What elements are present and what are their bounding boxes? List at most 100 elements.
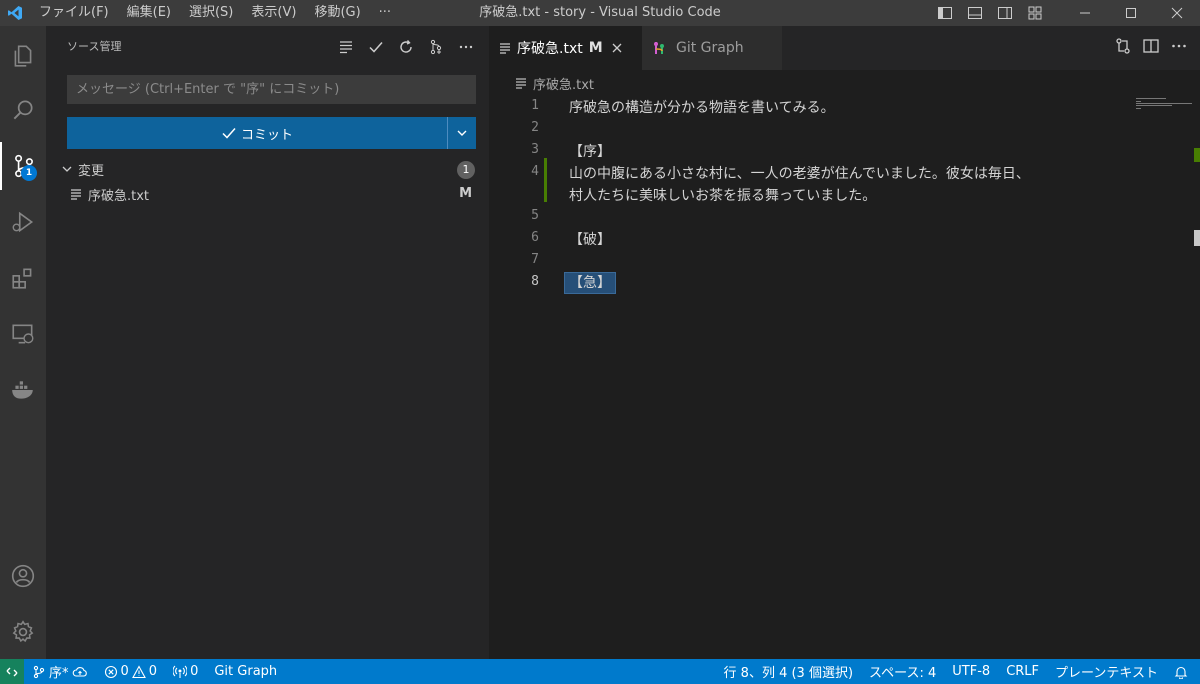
commit-options-dropdown[interactable] — [447, 117, 476, 149]
breadcrumb-file: 序破急.txt — [533, 77, 595, 93]
menu-more[interactable]: ··· — [370, 0, 400, 26]
toggle-panel-icon[interactable] — [960, 0, 990, 26]
eol-text: CRLF — [1006, 664, 1040, 679]
text-editor[interactable]: 1 序破急の構造が分かる物語を書いてみる。 2 3 【序】 4 山の中腹にある小… — [489, 96, 1200, 659]
notifications-bell-icon[interactable] — [1166, 665, 1200, 679]
changed-file-item[interactable]: 序破急.txt M — [46, 183, 489, 205]
maximize-button[interactable] — [1108, 0, 1154, 26]
search-icon[interactable] — [0, 86, 46, 134]
source-control-icon[interactable]: 1 — [0, 142, 46, 190]
git-graph-icon — [654, 42, 664, 54]
minimap[interactable] — [1136, 96, 1192, 116]
docker-icon[interactable] — [0, 366, 46, 414]
menu-view[interactable]: 表示(V) — [242, 0, 305, 26]
customize-layout-icon[interactable] — [1020, 0, 1050, 26]
language-mode-status[interactable]: プレーンテキスト — [1047, 662, 1166, 681]
editor-line[interactable]: 【破】 — [569, 229, 611, 249]
cursor-position-status[interactable]: 行 8、列 4 (3 個選択) — [716, 662, 862, 681]
run-debug-icon[interactable] — [0, 198, 46, 246]
title-bar: ファイル(F) 編集(E) 選択(S) 表示(V) 移動(G) ··· 序破急.… — [0, 0, 1200, 26]
remote-explorer-icon[interactable] — [0, 310, 46, 358]
ports-count: 0 — [190, 664, 199, 679]
menu-go[interactable]: 移動(G) — [305, 0, 369, 26]
commit-button-label: コミット — [240, 127, 293, 143]
tab-label: 序破急.txt — [517, 41, 583, 57]
branch-name: 序* — [49, 666, 69, 681]
branch-status[interactable]: 序* — [24, 662, 96, 681]
commit-check-icon[interactable] — [365, 36, 387, 58]
minimize-button[interactable] — [1062, 0, 1108, 26]
tab-label: Git Graph — [676, 40, 744, 56]
line-number: 5 — [531, 208, 539, 223]
line-number: 6 — [531, 230, 539, 245]
menu-edit[interactable]: 編集(E) — [118, 0, 180, 26]
chevron-down-icon — [457, 130, 467, 136]
indentation-status[interactable]: スペース: 4 — [861, 662, 944, 681]
editor-line-wrapped[interactable]: 村人たちに美味しいお茶を振る舞っていました。 — [569, 185, 876, 205]
tab-jo-ha-kyu[interactable]: 序破急.txt M — [489, 26, 642, 70]
error-icon — [104, 665, 117, 678]
git-graph-status-label: Git Graph — [214, 664, 278, 679]
settings-gear-icon[interactable] — [0, 608, 46, 656]
remote-icon — [6, 667, 18, 676]
commit-button[interactable]: コミット — [67, 117, 447, 149]
text-selection: 【急】 — [564, 272, 616, 294]
status-bar: 序* 0 0 0 Git Graph 行 8、列 4 (3 個選択) スペース:… — [0, 659, 1200, 684]
refresh-icon[interactable] — [395, 36, 417, 58]
git-graph-status-button[interactable]: Git Graph — [206, 664, 285, 679]
sidebar-title: ソース管理 — [67, 40, 122, 53]
view-as-list-icon[interactable] — [335, 36, 357, 58]
language-mode-text: プレーンテキスト — [1055, 666, 1158, 681]
text-file-icon — [500, 43, 510, 54]
changes-group-header[interactable]: 変更 1 — [46, 158, 489, 180]
eol-status[interactable]: CRLF — [998, 664, 1047, 679]
scm-count-badge: 1 — [21, 165, 37, 181]
editor-line[interactable]: 山の中腹にある小さな村に、一人の老婆が住んでいました。彼女は毎日、 — [569, 163, 1030, 183]
encoding-text: UTF-8 — [952, 664, 991, 679]
check-icon — [222, 128, 236, 139]
broadcast-icon — [173, 665, 188, 678]
more-actions-icon[interactable] — [455, 36, 477, 58]
close-icon[interactable] — [609, 40, 625, 56]
text-file-icon — [516, 78, 526, 89]
breadcrumb[interactable]: 序破急.txt — [489, 70, 1200, 96]
changes-label: 変更 — [78, 163, 105, 179]
sync-cloud-icon[interactable] — [72, 665, 88, 679]
text-file-icon — [71, 189, 81, 200]
close-window-button[interactable] — [1154, 0, 1200, 26]
cursor-position-text: 行 8、列 4 (3 個選択) — [723, 666, 854, 681]
warning-icon — [131, 664, 146, 678]
menu-selection[interactable]: 選択(S) — [180, 0, 242, 26]
changed-file-name: 序破急.txt — [88, 188, 150, 204]
remote-indicator[interactable] — [0, 659, 24, 684]
explorer-icon[interactable] — [0, 32, 46, 80]
split-editor-icon[interactable] — [1142, 37, 1160, 59]
added-lines-gutter-marker — [544, 158, 547, 202]
changes-count-badge: 1 — [457, 161, 475, 179]
file-status-badge: M — [459, 186, 472, 201]
toggle-primary-sidebar-icon[interactable] — [930, 0, 960, 26]
open-changes-icon[interactable] — [1114, 37, 1132, 59]
git-graph-view-icon[interactable] — [425, 36, 447, 58]
branch-icon — [33, 665, 45, 678]
line-number: 7 — [531, 252, 539, 267]
source-control-sidebar: ソース管理 コミット 変更 1 序破急.txt M — [46, 26, 489, 659]
editor-tab-bar: 序破急.txt M Git Graph — [489, 26, 1200, 70]
activity-bar: 1 — [0, 26, 46, 659]
problems-status[interactable]: 0 0 — [96, 664, 166, 679]
scrollbar-cursor-marker[interactable] — [1194, 230, 1200, 246]
encoding-status[interactable]: UTF-8 — [944, 664, 998, 679]
extensions-icon[interactable] — [0, 254, 46, 302]
commit-message-input[interactable] — [67, 75, 476, 104]
menu-file[interactable]: ファイル(F) — [30, 0, 118, 26]
tab-git-graph[interactable]: Git Graph — [642, 26, 782, 70]
vscode-logo-icon[interactable] — [0, 0, 30, 26]
editor-more-actions-icon[interactable] — [1170, 37, 1188, 59]
editor-line[interactable]: 序破急の構造が分かる物語を書いてみる。 — [569, 97, 835, 117]
accounts-icon[interactable] — [0, 552, 46, 600]
ports-status[interactable]: 0 — [165, 664, 206, 679]
editor-line-selected[interactable]: 【急】 — [564, 272, 616, 294]
tab-modified-indicator: M — [588, 40, 603, 56]
editor-line[interactable]: 【序】 — [569, 141, 611, 161]
toggle-secondary-sidebar-icon[interactable] — [990, 0, 1020, 26]
